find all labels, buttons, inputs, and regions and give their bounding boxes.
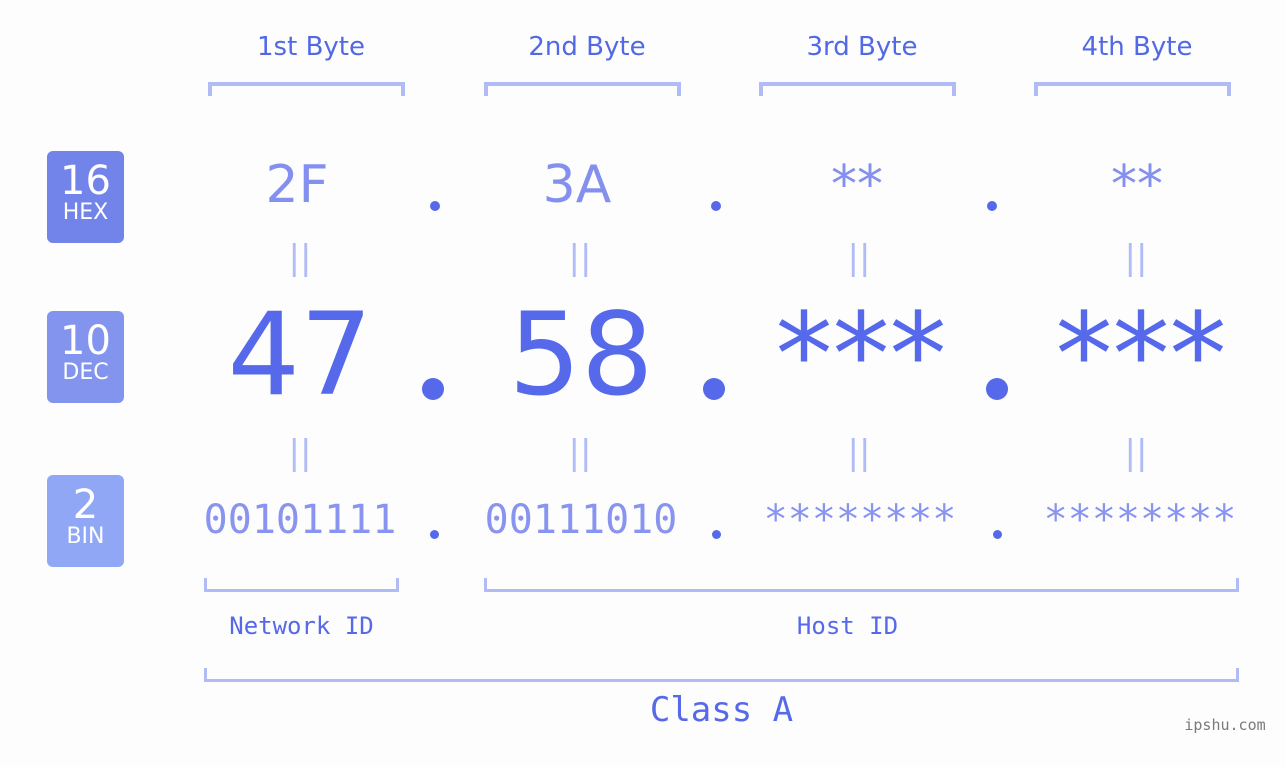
bin-dot-2 [712, 530, 721, 539]
bin-dot-1 [430, 530, 439, 539]
dec-byte-1: 47 [227, 288, 373, 421]
bin-dot-3 [993, 530, 1002, 539]
hex-byte-4: ** [1111, 155, 1163, 215]
equals-sign: || [1124, 433, 1148, 473]
network-id-label: Network ID [229, 612, 374, 640]
hex-dot-2 [711, 201, 721, 211]
equals-sign: || [847, 433, 871, 473]
dec-byte-3: *** [775, 288, 947, 421]
bin-byte-2: 00111010 [484, 497, 678, 543]
equals-sign: || [1124, 238, 1148, 278]
watermark: ipshu.com [1184, 716, 1266, 734]
bin-byte-1: 00101111 [203, 497, 397, 543]
dec-dot-1 [422, 378, 444, 400]
host-id-label: Host ID [796, 612, 899, 640]
badge-dec-number: 10 [60, 318, 111, 364]
hex-byte-1: 2F [265, 155, 329, 215]
bracket-host-id [484, 578, 1239, 592]
hex-dot-1 [430, 201, 440, 211]
header-byte-3: 3rd Byte [806, 32, 918, 62]
badge-hex-number: 16 [60, 158, 111, 204]
hex-byte-2: 3A [542, 155, 612, 215]
bracket-network-id [204, 578, 399, 592]
equals-sign: || [847, 238, 871, 278]
bracket-byte-1 [208, 82, 405, 96]
hex-dot-3 [987, 201, 997, 211]
dec-byte-4: *** [1055, 288, 1227, 421]
equals-sign: || [288, 433, 312, 473]
equals-sign: || [568, 238, 592, 278]
dec-byte-2: 58 [508, 288, 654, 421]
dec-dot-3 [986, 378, 1008, 400]
equals-sign: || [288, 238, 312, 278]
bracket-class [204, 668, 1239, 682]
hex-byte-3: ** [831, 155, 883, 215]
header-byte-4: 4th Byte [1081, 32, 1193, 62]
badge-bin-label: BIN [66, 524, 105, 549]
dec-dot-2 [703, 378, 725, 400]
bin-byte-4: ******** [1043, 497, 1237, 543]
equals-sign: || [568, 433, 592, 473]
header-byte-2: 2nd Byte [528, 32, 646, 62]
bracket-byte-3 [759, 82, 956, 96]
badge-hex: 16 HEX [47, 151, 124, 243]
badge-bin-number: 2 [72, 482, 99, 528]
badge-dec: 10 DEC [47, 311, 124, 403]
bin-byte-3: ******** [763, 497, 957, 543]
badge-dec-label: DEC [62, 360, 109, 385]
header-byte-1: 1st Byte [257, 32, 365, 62]
badge-bin: 2 BIN [47, 475, 124, 567]
bracket-byte-2 [484, 82, 681, 96]
bracket-byte-4 [1034, 82, 1231, 96]
class-label: Class A [649, 690, 794, 730]
badge-hex-label: HEX [62, 200, 109, 225]
